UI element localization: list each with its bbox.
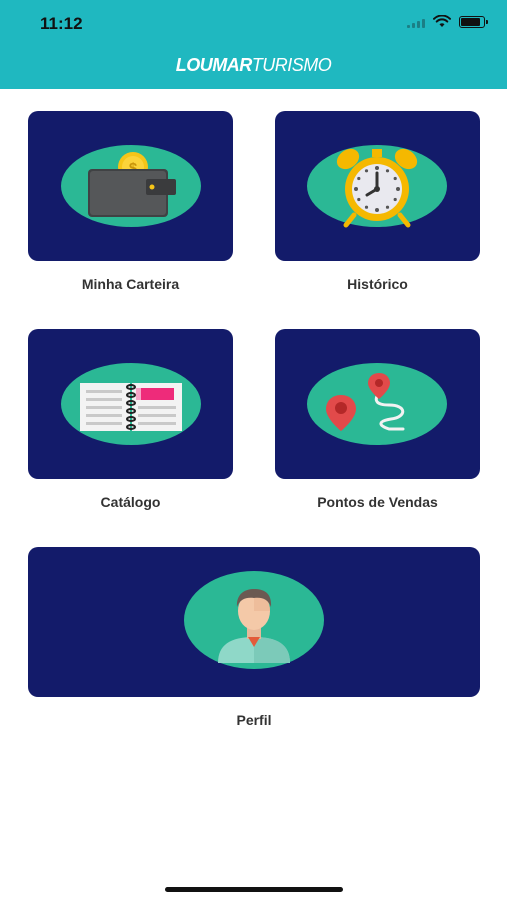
map-route-icon bbox=[326, 373, 405, 431]
status-time: 11:12 bbox=[40, 14, 83, 33]
user-profile-icon bbox=[218, 589, 290, 663]
menu-card-perfil[interactable] bbox=[28, 547, 480, 697]
signal-icon bbox=[407, 16, 425, 28]
logo-light-text: TURISMO bbox=[251, 55, 332, 75]
menu-label-pontos-de-vendas: Pontos de Vendas bbox=[317, 494, 438, 510]
menu-card-pontos-de-vendas[interactable] bbox=[275, 329, 480, 479]
catalog-book-icon bbox=[80, 383, 182, 431]
battery-icon bbox=[459, 15, 488, 28]
menu-label-catalogo: Catálogo bbox=[100, 494, 161, 510]
wallet-icon: $ bbox=[88, 152, 176, 217]
menu-card-catalogo[interactable] bbox=[28, 329, 233, 479]
app-header: 11:12 LOUMARTURISMO bbox=[0, 0, 507, 89]
logo-bold-text: LOUMAR bbox=[175, 55, 253, 75]
alarm-clock-icon bbox=[336, 148, 418, 228]
app-logo: LOUMARTURISMO bbox=[0, 55, 507, 76]
menu-label-perfil: Perfil bbox=[236, 712, 272, 728]
menu-card-minha-carteira[interactable]: $ bbox=[28, 111, 233, 261]
wifi-icon bbox=[433, 15, 451, 27]
status-icons bbox=[407, 15, 488, 28]
menu-card-historico[interactable] bbox=[275, 111, 480, 261]
menu-label-minha-carteira: Minha Carteira bbox=[81, 276, 180, 292]
menu-label-historico: Histórico bbox=[347, 276, 408, 292]
home-indicator[interactable] bbox=[165, 887, 343, 892]
